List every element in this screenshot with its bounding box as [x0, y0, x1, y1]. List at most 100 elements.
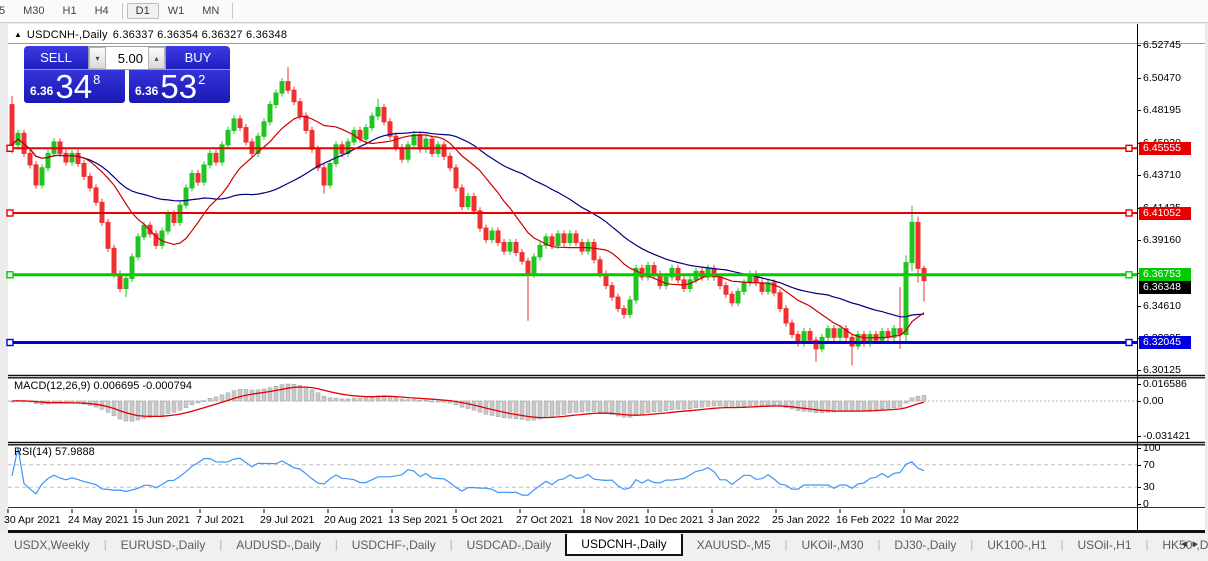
date-axis-label: 16 Feb 2022: [836, 514, 895, 526]
macd-histogram-bar: [849, 400, 855, 412]
candle-body: [279, 81, 285, 94]
chart-tab-usdx[interactable]: USDX,Weekly: [0, 534, 104, 556]
candle-body: [489, 230, 495, 241]
macd-histogram-bar: [735, 400, 741, 408]
price-axis-label: 6.52745: [1143, 39, 1181, 51]
macd-histogram-bar: [321, 395, 327, 402]
macd-histogram-bar: [699, 400, 705, 408]
candle-body: [507, 242, 513, 252]
rsi-axis-label: 100: [1143, 442, 1161, 454]
candle-body: [381, 106, 387, 123]
candle-body: [531, 256, 537, 275]
candle-body: [9, 104, 15, 146]
macd-histogram-bar: [135, 400, 141, 421]
macd-axis-tick: [1137, 384, 1141, 385]
macd-axis-tick: [1137, 436, 1141, 437]
date-axis-label: 13 Sep 2021: [388, 514, 448, 526]
rsi-axis-tick: [1137, 487, 1141, 488]
candle-body: [183, 187, 189, 206]
price-axis-label: 6.30125: [1143, 364, 1181, 376]
rsi-value: 57.9888: [54, 446, 95, 458]
line-drag-handle: [1125, 209, 1133, 217]
candle-body: [831, 328, 837, 338]
chart-tab-ukoil[interactable]: UKOil-,M30: [788, 534, 878, 556]
macd-histogram-bar: [519, 400, 525, 420]
date-axis-label: 29 Jul 2021: [260, 514, 315, 526]
rsi-axis-tick: [1137, 448, 1141, 449]
candle-body: [627, 299, 633, 315]
candle-body: [459, 187, 465, 208]
chart-tab-usdcad[interactable]: USDCAD-,Daily: [453, 534, 566, 556]
candle-body: [525, 260, 531, 275]
price-axis-label: 6.43710: [1143, 169, 1181, 181]
candle-body: [393, 135, 399, 149]
candle-body: [447, 155, 453, 169]
chart-tab-uk100[interactable]: UK100-,H1: [973, 534, 1060, 556]
macd-histogram-bar: [567, 400, 573, 414]
bottom-strip: [0, 556, 1208, 561]
date-axis-label: 25 Jan 2022: [772, 514, 830, 526]
price-level-badge: 6.45555: [1139, 142, 1191, 155]
macd-histogram-bar: [669, 400, 675, 410]
candle-body: [267, 104, 273, 123]
rsi-indicator-label: RSI(14) 57.9888: [14, 446, 95, 458]
price-axis-tick: [1137, 45, 1141, 46]
macd-histogram-bar: [393, 397, 399, 402]
sell-price-display[interactable]: 6.36 34 8: [24, 70, 125, 103]
chart-tab-usdcnh[interactable]: USDCNH-,Daily: [565, 534, 683, 556]
tabs-scroll-left-icon[interactable]: ◂: [1181, 538, 1193, 550]
volume-increase-button[interactable]: ▴: [148, 47, 165, 69]
candle-body: [201, 164, 207, 183]
volume-input[interactable]: 5.00: [106, 47, 148, 69]
candle-body: [87, 175, 93, 189]
buy-price-display[interactable]: 6.36 53 2: [129, 70, 230, 103]
candle-body: [135, 236, 141, 258]
candle-body: [207, 152, 213, 166]
candle-body: [285, 81, 291, 91]
macd-histogram-bar: [675, 400, 681, 410]
buy-button[interactable]: BUY: [166, 46, 230, 70]
volume-decrease-button[interactable]: ▾: [89, 47, 106, 69]
macd-histogram-bar: [249, 389, 255, 402]
candle-body: [783, 308, 789, 324]
macd-histogram-bar: [123, 400, 129, 422]
candle-body: [585, 242, 591, 252]
macd-histogram-bar: [909, 397, 915, 402]
collapse-icon[interactable]: ▲: [14, 30, 22, 39]
macd-histogram-bar: [543, 400, 549, 418]
chart-tab-eurusd[interactable]: EURUSD-,Daily: [107, 534, 220, 556]
date-axis-label: 15 Jun 2021: [132, 514, 190, 526]
macd-histogram-bar: [285, 383, 291, 402]
candle-body: [297, 101, 303, 117]
candle-body: [483, 227, 489, 241]
macd-histogram-bar: [441, 400, 447, 403]
macd-histogram-bar: [489, 400, 495, 416]
line-drag-handle: [6, 271, 14, 279]
chart-tab-dj30[interactable]: DJ30-,Daily: [880, 534, 970, 556]
macd-histogram-bar: [423, 399, 429, 402]
macd-histogram-bar: [129, 400, 135, 422]
macd-histogram-bar: [561, 400, 567, 415]
tabs-scroll-right-icon[interactable]: ▸: [1192, 538, 1204, 550]
macd-histogram-bar: [747, 400, 753, 406]
candle-body: [633, 267, 639, 301]
macd-histogram-bar: [507, 400, 513, 419]
chart-tab-xauusd[interactable]: XAUUSD-,M5: [683, 534, 785, 556]
chart-tab-usoil[interactable]: USOil-,H1: [1064, 534, 1146, 556]
macd-histogram-bar: [807, 400, 813, 413]
chart-tab-audusd[interactable]: AUDUSD-,Daily: [222, 534, 335, 556]
candle-body: [231, 118, 237, 131]
macd-histogram-bar: [255, 389, 261, 402]
chart-ohlc-values: 6.36337 6.36354 6.36327 6.36348: [112, 28, 288, 41]
macd-histogram-bar: [387, 396, 393, 402]
sell-button[interactable]: SELL: [24, 46, 88, 70]
chart-tab-usdchf[interactable]: USDCHF-,Daily: [338, 534, 450, 556]
macd-histogram-bar: [651, 400, 657, 413]
macd-histogram-bar: [171, 400, 177, 413]
macd-histogram-bar: [855, 400, 861, 411]
candle-body: [615, 296, 621, 310]
candle-body: [273, 92, 279, 106]
candle-body: [237, 118, 243, 129]
candle-body: [63, 152, 69, 163]
line-drag-handle: [1125, 144, 1133, 153]
